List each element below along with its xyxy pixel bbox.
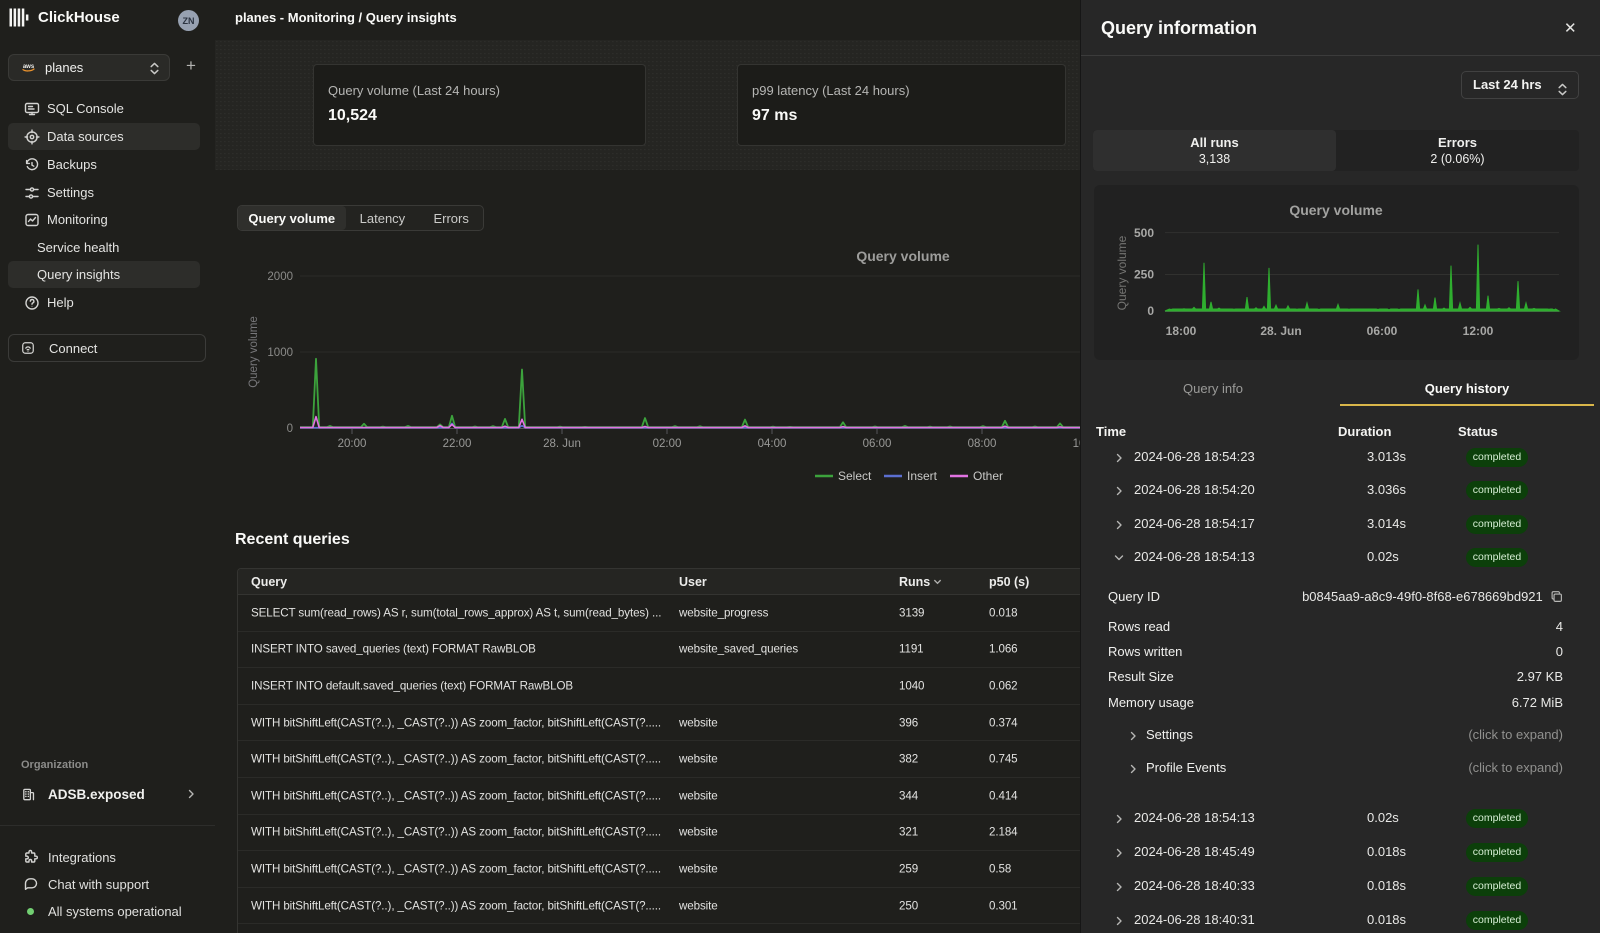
svg-text:Select: Select	[838, 469, 872, 483]
svg-text:28. Jun: 28. Jun	[543, 438, 581, 450]
svg-text:22:00: 22:00	[443, 438, 472, 450]
svg-text:02:00: 02:00	[653, 438, 682, 450]
svg-text:04:00: 04:00	[758, 438, 787, 450]
svg-text:08:00: 08:00	[968, 438, 997, 450]
svg-text:Insert: Insert	[907, 469, 938, 483]
svg-text:Other: Other	[973, 469, 1003, 483]
svg-text:06:00: 06:00	[863, 438, 892, 450]
svg-text:20:00: 20:00	[338, 438, 367, 450]
svg-text:28. Jun: 28. Jun	[1260, 324, 1301, 338]
svg-text:06:00: 06:00	[1367, 324, 1398, 338]
svg-text:0: 0	[287, 423, 293, 435]
svg-text:1000: 1000	[267, 347, 293, 359]
svg-text:2000: 2000	[267, 271, 293, 283]
svg-text:Query volume: Query volume	[1115, 235, 1129, 310]
svg-text:500: 500	[1134, 226, 1154, 240]
svg-text:Query volume: Query volume	[248, 316, 260, 388]
svg-text:Query volume: Query volume	[1289, 202, 1383, 218]
svg-text:250: 250	[1134, 268, 1154, 282]
svg-text:0: 0	[1147, 304, 1154, 318]
svg-text:18:00: 18:00	[1166, 324, 1197, 338]
svg-text:Query volume: Query volume	[856, 248, 950, 264]
svg-text:12:00: 12:00	[1463, 324, 1494, 338]
